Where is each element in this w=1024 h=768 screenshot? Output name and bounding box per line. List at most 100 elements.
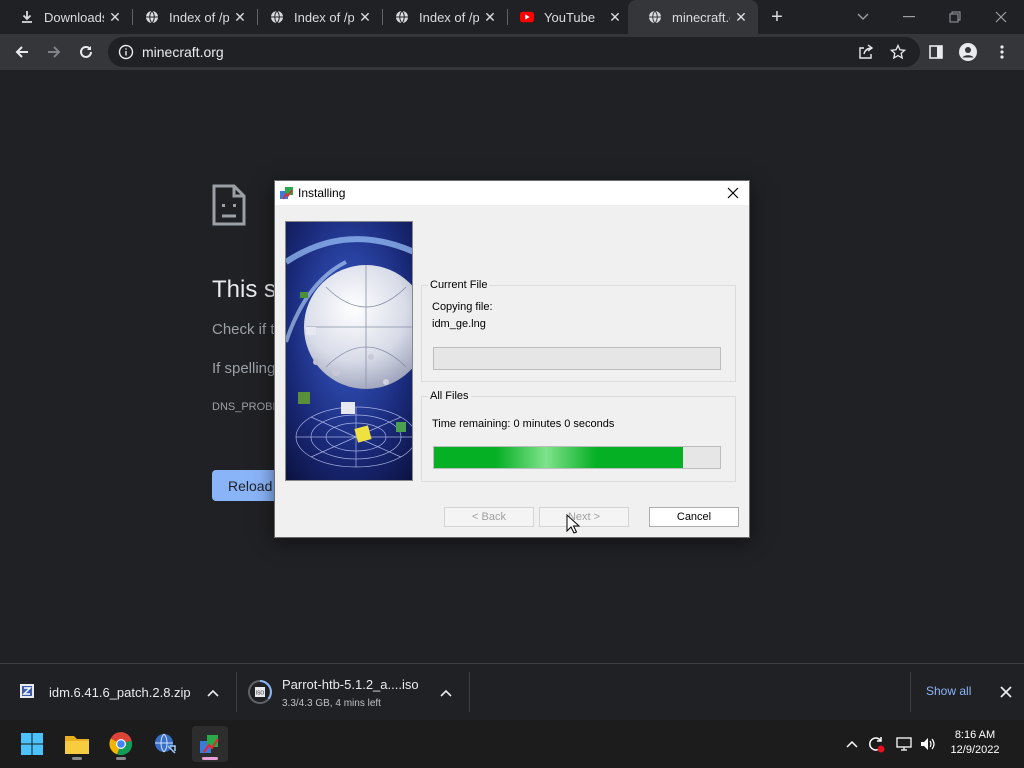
address-bar[interactable]: minecraft.org <box>108 37 920 67</box>
error-suggestion-1: Check if t <box>212 321 275 338</box>
close-shelf-icon[interactable] <box>997 683 1015 701</box>
current-file-group: Current File Copying file: idm_ge.lng <box>421 279 736 382</box>
all-files-group: All Files Time remaining: 0 minutes 0 se… <box>421 390 736 482</box>
start-button[interactable] <box>14 726 50 762</box>
profile-avatar-icon[interactable] <box>954 38 982 66</box>
forward-button[interactable] <box>40 38 68 66</box>
side-panel-icon[interactable] <box>922 38 950 66</box>
error-code: DNS_PROBE <box>212 401 280 413</box>
error-suggestion-2: If spelling <box>212 360 276 377</box>
youtube-icon <box>520 10 534 24</box>
tab-index-1[interactable]: Index of /p ✕ <box>125 0 257 34</box>
current-file-progress-bar <box>433 347 721 370</box>
chrome-icon <box>109 732 133 756</box>
cancel-button[interactable]: Cancel <box>649 507 739 527</box>
tab-close-icon[interactable]: ✕ <box>604 9 626 26</box>
minimize-button[interactable] <box>886 0 932 34</box>
download-separator <box>910 672 911 712</box>
tray-overflow-chevron-icon[interactable] <box>842 734 862 754</box>
sync-alert-icon[interactable] <box>866 734 886 754</box>
clock-time: 8:16 AM <box>954 729 996 741</box>
globe-icon <box>270 10 284 24</box>
show-all-link[interactable]: Show all <box>926 684 971 698</box>
globe-icon <box>145 10 159 24</box>
globe-icon <box>648 10 662 24</box>
windows-logo-icon <box>21 733 43 755</box>
arrow-right-icon <box>48 46 61 58</box>
refresh-icon <box>80 45 92 58</box>
download-progress-ring-icon: ISO <box>247 679 273 710</box>
tab-label: YouTube <box>544 9 596 25</box>
reload-button[interactable]: Reload <box>212 470 282 501</box>
volume-icon[interactable] <box>918 734 938 754</box>
tab-close-icon[interactable]: ✕ <box>104 9 126 26</box>
dialog-titlebar[interactable]: Installing <box>275 181 749 205</box>
download-status: 3.3/4.3 GB, 4 mins left <box>282 698 381 709</box>
tab-strip: Downloads ✕ Index of /p ✕ Index of /p ✕ … <box>0 0 1024 34</box>
file-explorer-button[interactable] <box>59 726 95 762</box>
tab-index-3[interactable]: Index of /p ✕ <box>375 0 507 34</box>
tab-minecraft[interactable]: minecraft.o ✕ <box>628 0 758 34</box>
system-clock[interactable]: 8:16 AM 12/9/2022 <box>940 728 1010 758</box>
installer-taskbar-button[interactable] <box>192 726 228 762</box>
info-icon[interactable] <box>118 44 134 65</box>
share-icon[interactable] <box>852 38 880 66</box>
download-separator <box>469 672 470 712</box>
tab-close-icon[interactable]: ✕ <box>730 9 752 26</box>
back-wizard-button[interactable]: < Back <box>444 507 534 527</box>
download-filename: Parrot-htb-5.1.2_a....iso <box>282 677 419 692</box>
back-button[interactable] <box>8 38 36 66</box>
chevron-up-icon[interactable] <box>204 684 222 702</box>
tab-label: minecraft.o <box>672 9 730 25</box>
dialog-close-icon[interactable] <box>723 183 743 203</box>
network-icon[interactable] <box>894 734 914 754</box>
dialog-title: Installing <box>298 186 346 200</box>
browser-toolbar: minecraft.org <box>0 34 1024 70</box>
copying-label: Copying file: <box>432 301 493 313</box>
download-icon <box>20 10 34 24</box>
all-files-progress-fill <box>434 447 683 468</box>
current-filename: idm_ge.lng <box>432 318 486 330</box>
chevron-up-icon[interactable] <box>437 684 455 702</box>
tab-close-icon[interactable]: ✕ <box>229 9 251 26</box>
current-file-legend: Current File <box>428 279 490 291</box>
tab-index-2[interactable]: Index of /p ✕ <box>250 0 382 34</box>
close-window-button[interactable] <box>978 0 1024 34</box>
next-wizard-button[interactable]: Next > <box>539 507 629 527</box>
all-files-legend: All Files <box>428 390 471 402</box>
reload-toolbar-button[interactable] <box>72 38 100 66</box>
globe-network-icon <box>155 733 176 754</box>
tab-label: Index of /p <box>419 9 479 25</box>
tab-search-icon[interactable] <box>840 0 886 34</box>
tab-youtube[interactable]: YouTube ✕ <box>500 0 632 34</box>
arrow-left-icon <box>15 46 28 58</box>
clock-date: 12/9/2022 <box>950 744 1000 756</box>
zip-file-icon <box>19 683 35 704</box>
download-item[interactable]: idm.6.41.6_patch.2.8.zip <box>0 664 236 720</box>
windows-taskbar: 8:16 AM 12/9/2022 <box>0 720 1024 768</box>
sad-page-icon <box>212 184 246 231</box>
installer-dialog: Installing Current File Copying file: id… <box>274 180 750 538</box>
time-remaining-label: Time remaining: 0 minutes 0 seconds <box>432 418 615 430</box>
download-item[interactable]: ISO Parrot-htb-5.1.2_a....iso 3.3/4.3 GB… <box>237 664 469 720</box>
bookmark-star-icon[interactable] <box>884 38 912 66</box>
tab-close-icon[interactable]: ✕ <box>354 9 376 26</box>
installer-app-icon <box>200 735 219 753</box>
mouse-cursor-icon <box>566 513 581 539</box>
download-filename: idm.6.41.6_patch.2.8.zip <box>49 685 191 700</box>
restore-button[interactable] <box>932 0 978 34</box>
tab-label: Downloads <box>44 9 104 25</box>
tab-close-icon[interactable]: ✕ <box>479 9 501 26</box>
tab-downloads[interactable]: Downloads ✕ <box>0 0 132 34</box>
chrome-button[interactable] <box>103 726 139 762</box>
svg-text:ISO: ISO <box>256 691 265 697</box>
download-shelf: idm.6.41.6_patch.2.8.zip ISO Parrot-htb-… <box>0 663 1024 720</box>
menu-kebab-icon[interactable] <box>988 38 1016 66</box>
installer-banner-image <box>285 221 413 481</box>
installer-app-icon <box>279 185 295 206</box>
globe-icon <box>395 10 409 24</box>
network-app-button[interactable] <box>147 726 183 762</box>
error-title: This s <box>212 276 277 303</box>
new-tab-button[interactable]: + <box>766 6 788 28</box>
folder-icon <box>65 736 89 754</box>
